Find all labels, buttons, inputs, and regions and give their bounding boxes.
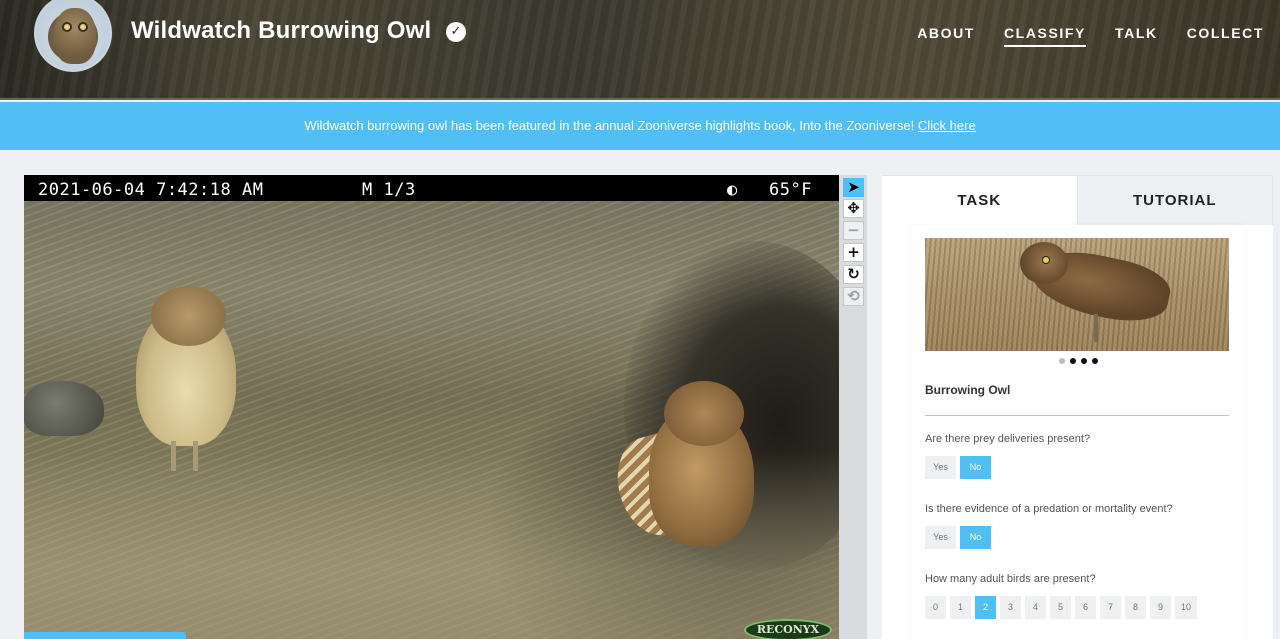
project-title[interactable]: Wildwatch Burrowing Owl xyxy=(131,17,431,45)
nav-talk[interactable]: TALK xyxy=(1115,25,1158,47)
subject-image[interactable] xyxy=(24,201,839,639)
carousel-dot[interactable] xyxy=(1092,358,1098,364)
owl-juvenile xyxy=(131,286,241,471)
announcement-banner: Wildwatch burrowing owl has been feature… xyxy=(0,102,1280,150)
nav-classify[interactable]: CLASSIFY xyxy=(1003,25,1086,47)
option-no[interactable]: No xyxy=(960,456,991,479)
zoom-out-icon[interactable]: − xyxy=(843,221,864,240)
owl-leg xyxy=(1094,314,1098,342)
owl-eye-left xyxy=(62,22,72,32)
species-name: Burrowing Owl xyxy=(925,383,1011,397)
verified-check-icon: ✓ xyxy=(446,22,466,42)
option-yes[interactable]: Yes xyxy=(925,526,956,549)
question-predation-event: Is there evidence of a predation or mort… xyxy=(925,503,1173,515)
option-7[interactable]: 7 xyxy=(1100,596,1121,619)
carousel-dot[interactable] xyxy=(1059,358,1065,364)
species-reference-image[interactable] xyxy=(925,238,1229,351)
option-4[interactable]: 4 xyxy=(1025,596,1046,619)
divider xyxy=(925,415,1229,416)
reference-owl xyxy=(1020,242,1180,351)
camera-timestamp-bar: 2021-06-04 7:42:18 AM M 1/3 ◐ 65°F xyxy=(24,175,839,201)
option-10[interactable]: 10 xyxy=(1175,596,1198,619)
option-9[interactable]: 9 xyxy=(1150,596,1171,619)
task-tabs: TASK TUTORIAL xyxy=(882,175,1273,225)
prey-deliveries-options: Yes No xyxy=(925,456,991,479)
adult-count-options: 0 1 2 3 4 5 6 7 8 9 10 xyxy=(925,596,1198,619)
camera-datetime: 2021-06-04 7:42:18 AM xyxy=(38,180,264,200)
rock xyxy=(24,381,104,436)
reset-icon[interactable]: ⟲ xyxy=(843,287,864,306)
project-header: Wildwatch Burrowing Owl ✓ ABOUT CLASSIFY… xyxy=(0,0,1280,100)
image-toolbar: ➤ ✥ − + ↻ ⟲ xyxy=(839,175,867,639)
nav-about[interactable]: ABOUT xyxy=(917,25,975,47)
zoom-in-icon[interactable]: + xyxy=(843,243,864,262)
image-carousel-dots xyxy=(1059,358,1098,364)
owl-eye xyxy=(1042,256,1050,264)
moon-phase-icon: ◐ xyxy=(727,180,738,200)
tab-task[interactable]: TASK xyxy=(882,175,1077,225)
camera-brand-logo: RECONYX xyxy=(744,619,832,639)
option-yes[interactable]: Yes xyxy=(925,456,956,479)
owl-adult xyxy=(607,381,769,556)
rotate-icon[interactable]: ↻ xyxy=(843,265,864,284)
carousel-dot[interactable] xyxy=(1081,358,1087,364)
owl-face xyxy=(54,8,96,64)
project-avatar[interactable] xyxy=(34,0,112,72)
option-0[interactable]: 0 xyxy=(925,596,946,619)
task-panel: TASK TUTORIAL Burrowing Owl Are there pr… xyxy=(882,175,1273,639)
question-prey-deliveries: Are there prey deliveries present? xyxy=(925,433,1091,445)
owl-leg xyxy=(193,441,198,471)
subject-viewer[interactable]: 2021-06-04 7:42:18 AM M 1/3 ◐ 65°F RECON… xyxy=(24,175,839,639)
option-1[interactable]: 1 xyxy=(950,596,971,619)
subject-badge xyxy=(24,632,186,639)
option-5[interactable]: 5 xyxy=(1050,596,1071,619)
banner-text: Wildwatch burrowing owl has been feature… xyxy=(304,118,915,133)
banner-link[interactable]: Click here xyxy=(918,118,976,133)
owl-head xyxy=(664,381,744,446)
predation-event-options: Yes No xyxy=(925,526,991,549)
option-6[interactable]: 6 xyxy=(1075,596,1096,619)
nav-collect[interactable]: COLLECT xyxy=(1187,25,1264,47)
project-nav: ABOUT CLASSIFY TALK COLLECT xyxy=(917,25,1264,47)
camera-temperature: 65°F xyxy=(769,180,812,200)
carousel-dot[interactable] xyxy=(1070,358,1076,364)
tab-tutorial[interactable]: TUTORIAL xyxy=(1076,175,1273,225)
owl-head xyxy=(151,286,226,346)
option-no[interactable]: No xyxy=(960,526,991,549)
species-detail: Burrowing Owl Are there prey deliveries … xyxy=(911,225,1245,639)
option-8[interactable]: 8 xyxy=(1125,596,1146,619)
owl-leg xyxy=(171,441,176,471)
camera-mode: M 1/3 xyxy=(362,180,416,200)
owl-eye-right xyxy=(78,22,88,32)
question-adult-count: How many adult birds are present? xyxy=(925,573,1096,585)
move-icon[interactable]: ✥ xyxy=(843,199,864,218)
pointer-icon[interactable]: ➤ xyxy=(843,178,864,197)
option-2[interactable]: 2 xyxy=(975,596,996,619)
option-3[interactable]: 3 xyxy=(1000,596,1021,619)
